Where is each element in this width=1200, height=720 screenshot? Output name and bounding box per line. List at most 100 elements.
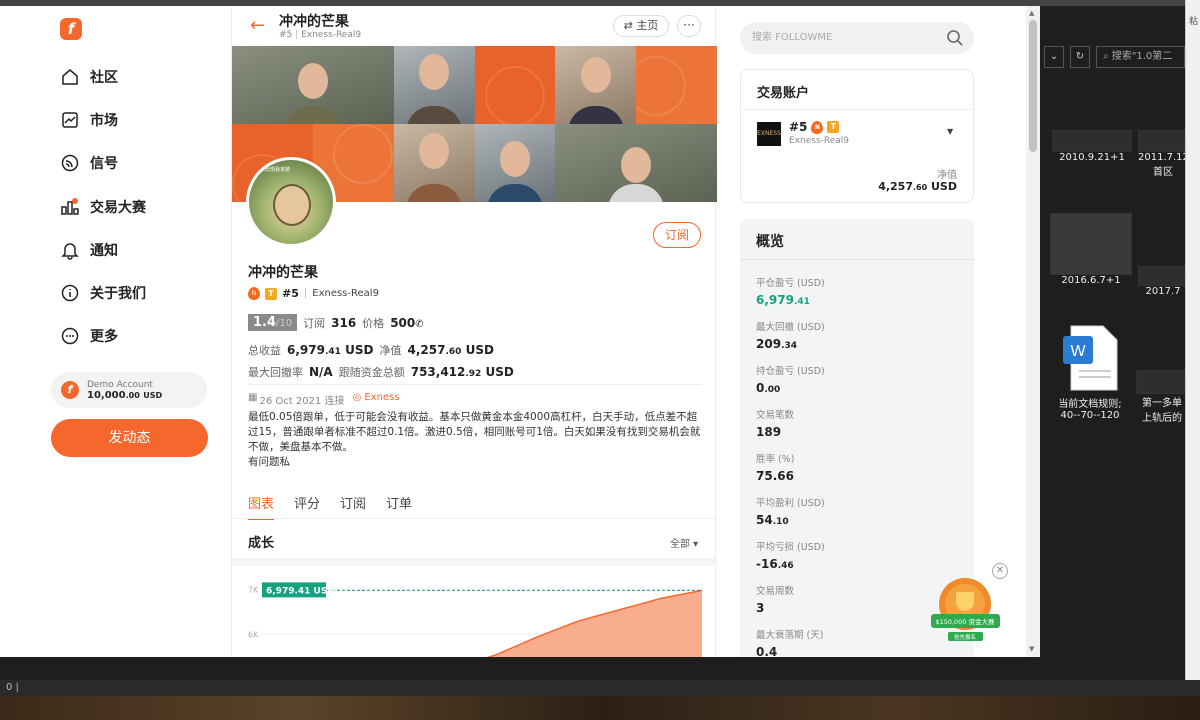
metric-value: 3 — [756, 601, 794, 615]
overview-metric: 最大回撤 (USD) 209.34 — [756, 319, 825, 351]
current-value-label: 6,979.41 USD — [266, 586, 335, 596]
tab-rating[interactable]: 评分 — [294, 493, 320, 520]
file-thumbnail[interactable]: 2011.7.12 首区 — [1138, 130, 1189, 178]
nav-item-more[interactable]: 更多 — [60, 324, 118, 348]
exness-logo-icon: EXNESS — [757, 122, 781, 146]
more-options-button[interactable]: ··· — [677, 15, 701, 37]
growth-area — [489, 590, 702, 657]
subtitle-server: Exness-Real9 — [301, 30, 362, 40]
profile-tabs: 图表 评分 订阅 订单 — [248, 493, 412, 520]
thumbnail-label: 2016.6.7+1 — [1061, 275, 1121, 286]
metric-label: 持仓盈亏 (USD) — [756, 366, 825, 377]
post-button[interactable]: 发动态 — [51, 419, 208, 457]
taskbar-strip: 0 | — [0, 680, 1200, 696]
metric-label: 交易周数 — [756, 586, 795, 597]
period-filter-dropdown[interactable]: 全部 ▾ — [670, 535, 698, 550]
metric-dec: .34 — [781, 341, 798, 351]
nav-item-label: 交易大赛 — [90, 200, 146, 216]
thumbnail-image — [1052, 130, 1132, 152]
nav-item-contest[interactable]: 交易大赛 — [60, 195, 146, 219]
account-dropdown-icon[interactable]: ▼ — [947, 127, 953, 136]
thumbnail-label: 2017.7 — [1145, 286, 1181, 297]
overview-metric: 交易笔数 189 — [756, 407, 794, 439]
balance-dec: .00 — [125, 390, 140, 400]
avatar-caption: 别人恐惧我贪婪 — [255, 167, 291, 173]
metric-int: 209 — [756, 337, 782, 351]
tab-subscriptions[interactable]: 订阅 — [340, 493, 366, 520]
demo-account-card[interactable]: f Demo Account 10,000.00 USD — [51, 372, 207, 408]
followme-logo[interactable]: f — [60, 18, 82, 40]
scroll-down-icon[interactable]: ▼ — [1029, 645, 1034, 653]
back-arrow-icon[interactable]: ← — [250, 15, 265, 36]
chart-icon — [60, 110, 80, 130]
profile-avatar[interactable]: 别人恐惧我贪婪 — [246, 157, 336, 247]
nav-item-notifications[interactable]: 通知 — [60, 238, 118, 262]
thumbnail-label: 2010.9.21+1 — [1059, 152, 1125, 163]
metric-int: 0.4 — [756, 645, 778, 657]
metric-dec: .10 — [772, 517, 789, 527]
metric-int: 75.66 — [756, 469, 794, 483]
metric-label: 胜率 (%) — [756, 454, 795, 465]
metric-value: 209.34 — [756, 337, 825, 351]
thumbnail-image — [1136, 370, 1188, 394]
metric-label: 最大衰落期 (天) — [756, 630, 824, 641]
scroll-up-icon[interactable]: ▲ — [1029, 9, 1034, 17]
file-name-line: 40--70--120 — [1060, 410, 1120, 421]
nav-item-signal[interactable]: 信号 — [60, 151, 118, 175]
total-profit-label: 总收益 — [248, 344, 281, 357]
description-text: 有问题私 — [248, 456, 290, 468]
t-badge-icon: T — [827, 121, 840, 133]
banner-photo — [232, 46, 394, 124]
account-server: Exness-Real9 — [789, 136, 850, 146]
nav-item-about[interactable]: 关于我们 — [60, 281, 146, 305]
calendar-icon: ▦ — [248, 392, 258, 403]
overview-metric: 平均亏损 (USD) -16.46 — [756, 539, 825, 571]
amount-currency: USD — [465, 343, 494, 357]
subscribe-button[interactable]: 订阅 — [653, 222, 701, 248]
nav-item-community[interactable]: 社区 — [60, 65, 118, 89]
metric-value: 6,979.41 — [756, 293, 825, 307]
banner-photo — [393, 46, 475, 124]
file-thumbnail[interactable]: 2017.7 — [1138, 266, 1188, 297]
explorer-search-input[interactable]: ⌕ 搜索"1.0第二 — [1096, 46, 1185, 68]
scrollbar[interactable]: ▲ ▼ — [1026, 6, 1040, 657]
tab-chart[interactable]: 图表 — [248, 493, 275, 520]
amount-currency: USD — [345, 343, 374, 357]
file-thumbnail[interactable]: 2016.6.7+1 — [1050, 213, 1132, 286]
word-document-file[interactable]: W 当前文档规则; 40--70--120 — [1052, 324, 1128, 421]
file-thumbnail[interactable]: 2010.9.21+1 — [1052, 130, 1132, 163]
score-value: 1.4 — [253, 315, 277, 330]
nav-item-market[interactable]: 市场 — [60, 108, 118, 132]
equity-value: 4,257.60 USD — [407, 343, 493, 357]
description-text: 最低0.05倍跟单，低于可能会没有收益。基本只做黄金本金4000高杠杆，白天手动… — [248, 411, 701, 453]
scrollbar-thumb[interactable] — [1029, 20, 1037, 152]
drawdown-row: 最大回撤率 N/A 跟随资金总额 753,412.92 USD — [248, 364, 514, 380]
search-icon[interactable] — [946, 29, 964, 47]
follow-funds-value: 753,412.92 USD — [411, 365, 514, 379]
document-file[interactable]: 第一多单 上轨后的 — [1136, 370, 1188, 424]
account-number: #5 — [789, 120, 808, 134]
section-divider — [232, 558, 717, 566]
score-denominator: /10 — [276, 318, 293, 329]
rating-row: 1.4/10 订阅 316 价格 500✆ — [248, 314, 424, 331]
metric-value: 54.10 — [756, 513, 825, 527]
overview-metric: 最大衰落期 (天) 0.4 — [756, 627, 823, 657]
home-button[interactable]: ⇄ 主页 — [613, 15, 669, 37]
overview-metric: 持仓盈亏 (USD) 0.00 — [756, 363, 825, 395]
broker-link[interactable]: ◎ Exness — [352, 392, 399, 407]
amount-dec: .92 — [465, 369, 482, 379]
connected-since: 26 Oct 2021 连接 — [259, 396, 345, 407]
equity-value: 4,257.60 USD — [878, 180, 957, 193]
contest-promo-badge[interactable]: $150,000 资金大赛 抢先报名 — [928, 574, 1003, 652]
connection-info: ▦ 26 Oct 2021 连接 ◎ Exness — [248, 392, 400, 407]
search-input[interactable]: 搜索 FOLLOWME — [740, 22, 974, 54]
demo-account-title: Demo Account — [87, 379, 153, 390]
contest-icon — [60, 197, 80, 217]
tab-orders[interactable]: 订单 — [386, 493, 412, 520]
refresh-icon[interactable]: ↻ — [1070, 46, 1090, 68]
chevron-down-icon[interactable]: ⌄ — [1044, 46, 1064, 68]
metric-dec: .41 — [793, 297, 810, 307]
fire-badge-icon: N — [811, 120, 824, 134]
metric-int: 54 — [756, 513, 773, 527]
banner-photo — [393, 124, 475, 202]
